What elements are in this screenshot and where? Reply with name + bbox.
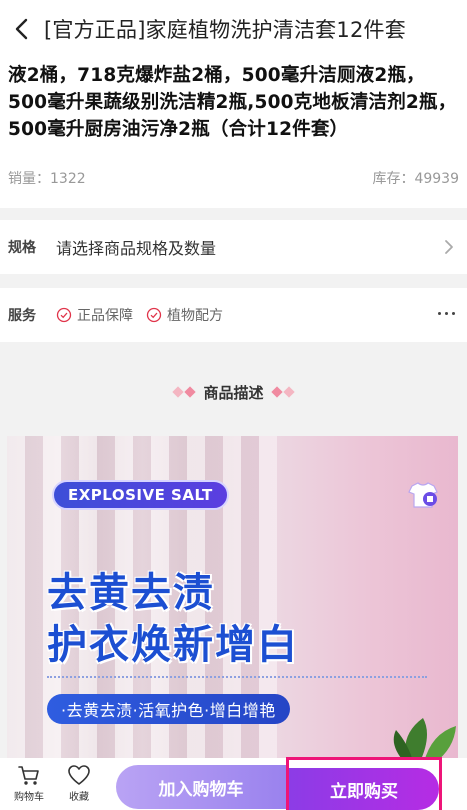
sales-count: 销量：1322 [8,168,86,188]
sales-value: 1322 [50,171,86,187]
shirt-icon [408,482,438,508]
service-badge-label: 植物配方 [167,308,223,324]
description-heading-text: 商品描述 [203,383,264,402]
cart-button[interactable]: 购物车 [9,764,49,803]
more-dots-icon[interactable] [438,312,455,315]
buy-now-button[interactable]: 立即购买 [289,768,439,810]
plant-leaves-graphic [393,718,456,766]
heart-icon [68,765,90,785]
banner-headline-1: 去黄去渍 [47,570,215,616]
spec-value: 请选择商品规格及数量 [56,239,217,258]
buy-now-highlight: 立即购买 [286,757,442,810]
stock-label: 库存： [372,171,415,187]
cart-icon [18,766,39,785]
check-circle-icon [56,307,72,323]
service-badge-genuine: 正品保障 [56,305,133,325]
stock-count: 库存：49939 [372,168,459,188]
product-detail-page: [官方正品]家庭植物洗护清洁套12件套 液2桶，718克爆炸盐2桶，500毫升洁… [0,0,467,810]
check-circle-icon [146,307,162,323]
favorite-label: 收藏 [69,792,89,803]
banner-features: ·去黄去渍·活氧护色·增白增艳 [47,694,290,724]
back-arrow-icon [15,18,28,40]
service-badge-label: 正品保障 [77,308,133,324]
product-title: 液2桶，718克爆炸盐2桶，500毫升洁厕液2瓶，500毫升果蔬级别洗洁精2瓶,… [8,65,457,140]
description-banner-image: EXPLOSIVE SALT 去黄去渍 护衣焕新增白 ·去黄去渍·活氧护色·增白… [7,436,458,766]
service-badge-plant: 植物配方 [146,305,223,325]
back-button[interactable] [0,0,44,58]
favorite-button[interactable]: 收藏 [59,764,99,803]
spec-selector-row[interactable]: 规格 请选择商品规格及数量 [0,220,467,274]
chevron-right-icon [445,240,453,254]
banner-headline-2: 护衣焕新增白 [47,622,299,668]
description-heading: 商品描述 [0,372,467,412]
page-title: [官方正品]家庭植物洗护清洁套12件套 [44,18,406,42]
product-meta: 销量：1322 库存：49939 [8,168,459,188]
cart-label: 购物车 [14,792,44,803]
service-row[interactable]: 服务 正品保障 植物配方 [0,288,467,342]
banner-brand-pill: EXPLOSIVE SALT [52,480,229,510]
product-info-section: 液2桶，718克爆炸盐2桶，500毫升洁厕液2瓶，500毫升果蔬级别洗洁精2瓶,… [0,58,467,208]
top-nav-bar: [官方正品]家庭植物洗护清洁套12件套 [0,0,467,58]
service-label: 服务 [8,308,36,324]
add-to-cart-button[interactable]: 加入购物车 [116,765,286,809]
spec-label: 规格 [8,240,36,256]
sales-label: 销量： [8,171,50,187]
stock-value: 49939 [414,171,459,187]
